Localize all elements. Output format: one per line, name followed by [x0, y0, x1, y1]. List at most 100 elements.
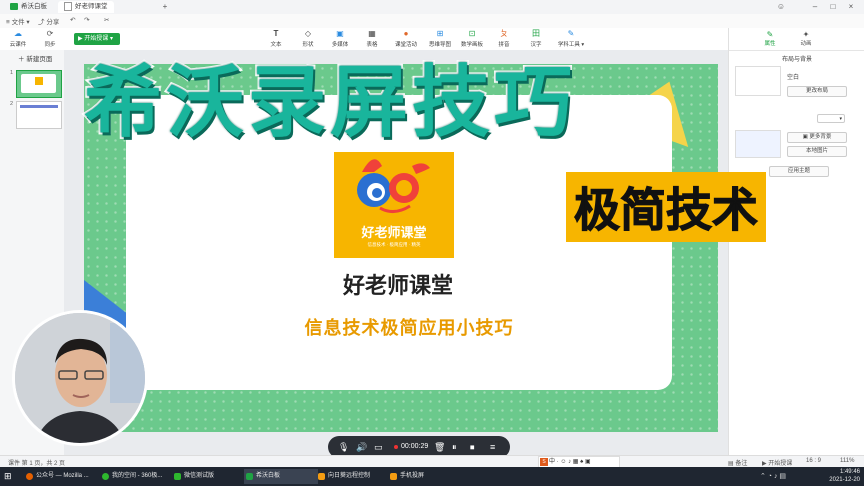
slide-subtitle[interactable]: 信息技术极简应用小技巧 [220, 314, 598, 340]
shape-icon: ◇ [304, 29, 312, 38]
clock-time: 1:49:46 [839, 469, 860, 475]
taskbar-item-wechat[interactable]: 微信测试版 [172, 469, 254, 484]
wechat-icon [174, 473, 181, 480]
video-subtitle-overlay: 极简技术 [566, 172, 766, 242]
background-preview[interactable] [735, 130, 781, 158]
tab-app[interactable]: 希沃白板 [4, 1, 53, 13]
minimize-button[interactable]: – [806, 0, 824, 14]
close-button[interactable]: × [842, 0, 860, 14]
taskbar: ⊞ 公众号 — Mozilla ... 我的空间 - 360极... 微信测试版… [0, 467, 864, 486]
taskbar-item-screencast-label: 手机投屏 [400, 473, 425, 479]
layout-preview[interactable] [735, 66, 781, 96]
webcam-overlay [12, 310, 148, 446]
more-background-label: 更多背景 [809, 134, 832, 140]
menu-file[interactable]: ≡ 文件 ▾ [6, 16, 30, 26]
new-page-label: 新建页面 [26, 56, 53, 63]
microphone-icon[interactable]: 🎙 [338, 442, 349, 452]
redo-icon[interactable]: ↷ [84, 16, 89, 24]
logo-face-icon [357, 159, 430, 213]
page-number-1: 1 [10, 70, 14, 76]
app-logo-icon [10, 2, 18, 10]
delete-icon[interactable]: 🗑 [434, 442, 445, 452]
tray-icons[interactable]: ⌃ ◔ ♪ ▤ [760, 472, 786, 480]
document-icon [64, 1, 72, 11]
tab-properties-label: 属性 [764, 41, 776, 47]
notes-button[interactable]: ▤ 备注 [728, 458, 747, 467]
aspect-ratio[interactable]: 16 : 9 [806, 458, 821, 464]
screencast-icon [390, 473, 397, 480]
tab-animation-label: 动画 [800, 41, 812, 47]
media-icon: ▣ [336, 29, 344, 38]
taskbar-item-firefox-label: 公众号 — Mozilla ... [36, 473, 89, 479]
tab-document-label: 好老师课堂 [75, 3, 108, 10]
firefox-icon [26, 473, 33, 480]
taskbar-item-screencast[interactable]: 手机投屏 [388, 469, 460, 484]
change-layout-button[interactable]: 更改布局 [787, 86, 847, 97]
browser-360-icon [102, 473, 109, 480]
taskbar-item-wechat-label: 微信测试版 [184, 473, 215, 479]
menu-row: ≡ 文件 ▾ ⤴ 分享 ↶ ↷ ✂ [0, 14, 864, 28]
hanzi-icon: 田 [532, 29, 540, 38]
apply-theme-button[interactable]: 应用主题 [769, 166, 829, 177]
logo-text: 好老师课堂 [361, 225, 427, 240]
taskbar-item-seewo-label: 希沃白板 [256, 473, 281, 479]
layout-header: 布局与背景 [781, 57, 812, 63]
math-icon: ⊡ [468, 29, 476, 38]
sync-button[interactable]: ⟳ 同步 [36, 29, 64, 49]
tab-properties[interactable]: ✎ 属性 [757, 30, 783, 47]
slide-logo[interactable]: 好老师课堂 信息技术 · 极简应用 · 精英 [334, 152, 454, 258]
taskbar-item-seewo[interactable]: 希沃白板 [244, 469, 318, 484]
slide-main-title[interactable]: 好老师课堂 [300, 268, 496, 300]
animation-icon: ✦ [802, 30, 810, 39]
new-page-button[interactable]: ＋ 新建页面 [18, 53, 52, 63]
menu-file-label: 文件 [11, 19, 25, 26]
undo-icon[interactable]: ↶ [70, 16, 75, 24]
menu-share-label: 分享 [46, 19, 60, 26]
local-image-button[interactable]: 本地图片 [787, 146, 847, 157]
clock[interactable]: 1:49:46 2021-12-20 [816, 468, 860, 484]
logo-tagline: 信息技术 · 极简应用 · 精英 [367, 242, 421, 247]
taskbar-item-sunlogin-label: 向日葵远程控制 [328, 473, 371, 479]
add-tab-icon[interactable]: + [156, 0, 174, 14]
cloud-button[interactable]: ☁ 云课件 [4, 29, 32, 49]
zoom-level[interactable]: 111% [840, 458, 854, 464]
title-bar: 希沃白板 好老师课堂 + ☺ – □ × [0, 0, 864, 15]
page-thumbnail-2[interactable] [16, 101, 62, 129]
tab-document[interactable]: 好老师课堂 [58, 1, 114, 13]
stop-icon[interactable]: ⏹ [470, 442, 475, 452]
more-background-button[interactable]: ▣ 更多背景 [787, 132, 847, 143]
speaker-icon[interactable]: 🔊 [356, 442, 367, 452]
recording-dot-icon [394, 445, 398, 449]
color-select[interactable]: ▾ [817, 114, 845, 123]
sync-icon: ⟳ [46, 29, 54, 38]
page-info: 课件 第 1 页，共 2 页 [8, 461, 66, 467]
text-icon: T [273, 29, 279, 38]
camera-icon[interactable]: ▭ [374, 442, 383, 452]
pinyin-icon: ㄆ [500, 29, 508, 38]
menu-icon[interactable]: ≡ [490, 442, 495, 452]
start-menu-icon[interactable]: ⊞ [4, 471, 14, 481]
tab-app-label: 希沃白板 [21, 3, 47, 10]
properties-tabs: ✎ 属性 ✦ 动画 [729, 28, 864, 51]
tab-animation[interactable]: ✦ 动画 [793, 30, 819, 47]
cloud-icon: ☁ [14, 29, 22, 38]
menu-share[interactable]: ⤴ 分享 [38, 16, 59, 26]
start-teach-status-button[interactable]: ▶ 开始授课 [762, 458, 792, 467]
taskbar-item-sunlogin[interactable]: 向日葵远程控制 [316, 469, 398, 484]
pause-icon[interactable]: ⏸ [452, 442, 457, 452]
brush-icon: ✎ [766, 30, 774, 39]
cloud-label: 云课件 [9, 42, 27, 48]
seewo-icon [246, 473, 253, 480]
sunlogin-icon [318, 473, 325, 480]
maximize-button[interactable]: □ [824, 0, 842, 14]
sync-label: 同步 [44, 42, 56, 48]
presenter-avatar-icon [15, 313, 145, 443]
mindmap-icon: ⊞ [436, 29, 444, 38]
layout-name: 空白 [787, 75, 800, 81]
user-icon[interactable]: ☺ [772, 0, 790, 14]
thumbnail-logo [35, 77, 43, 85]
page-thumbnail-1[interactable] [16, 70, 62, 98]
page-number-2: 2 [10, 101, 14, 107]
ime-logo-icon: S [540, 458, 548, 466]
scissors-icon[interactable]: ✂ [104, 16, 109, 24]
